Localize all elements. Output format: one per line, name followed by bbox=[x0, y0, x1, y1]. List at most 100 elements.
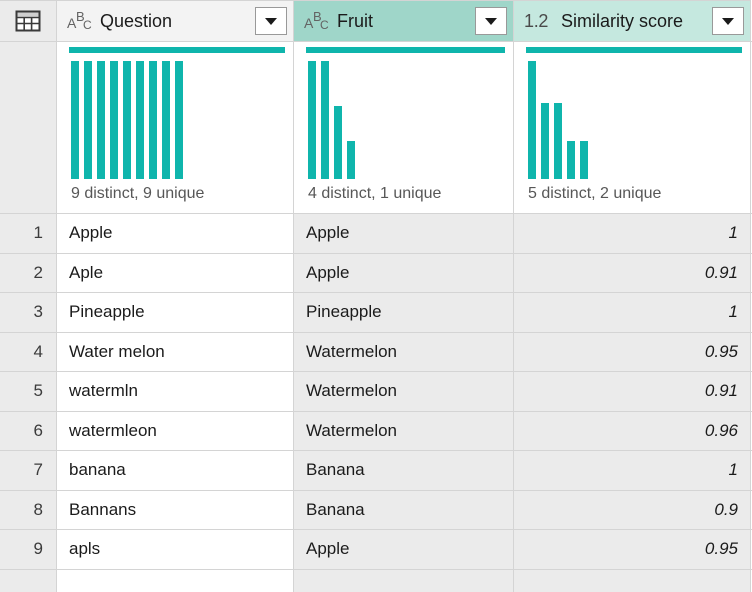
row-number-cell[interactable]: 3 bbox=[0, 293, 57, 332]
cell-fruit[interactable]: Banana bbox=[294, 451, 514, 490]
filter-button-fruit[interactable] bbox=[475, 7, 507, 35]
histogram-bar bbox=[71, 61, 79, 179]
abc-text-type-icon: ABC bbox=[304, 9, 330, 33]
chevron-down-icon bbox=[485, 18, 497, 25]
chevron-down-icon bbox=[722, 18, 734, 25]
cell-fruit[interactable]: Banana bbox=[294, 491, 514, 530]
row-number-cell[interactable]: 1 bbox=[0, 214, 57, 253]
column-header-question[interactable]: ABC Question bbox=[57, 0, 294, 41]
histogram-bar bbox=[580, 141, 588, 179]
profile-caption-question: 9 distinct, 9 unique bbox=[57, 185, 293, 213]
profile-caption-similarity-score: 5 distinct, 2 unique bbox=[514, 185, 750, 213]
column-profile-similarity-score[interactable]: 5 distinct, 2 unique bbox=[514, 42, 751, 213]
column-title-similarity-score: Similarity score bbox=[561, 11, 712, 32]
row-number-cell[interactable]: 8 bbox=[0, 491, 57, 530]
cell-question[interactable] bbox=[57, 570, 294, 592]
histogram-bar bbox=[334, 106, 342, 179]
cell-fruit[interactable]: Watermelon bbox=[294, 333, 514, 372]
cell-question[interactable]: Pineapple bbox=[57, 293, 294, 332]
row-number-cell[interactable] bbox=[0, 570, 57, 592]
table-row[interactable]: 7bananaBanana1 bbox=[0, 451, 752, 491]
column-profile-row: 9 distinct, 9 unique 4 distinct, 1 uniqu… bbox=[0, 42, 752, 214]
cell-similarity-score[interactable] bbox=[514, 570, 751, 592]
column-header-row: ABC Question ABC Fruit 1.2 Similarity sc… bbox=[0, 0, 752, 42]
cell-fruit[interactable]: Pineapple bbox=[294, 293, 514, 332]
cell-similarity-score[interactable]: 0.91 bbox=[514, 254, 751, 293]
cell-fruit[interactable]: Apple bbox=[294, 530, 514, 569]
table-row[interactable]: 6watermleonWatermelon0.96 bbox=[0, 412, 752, 452]
cell-similarity-score[interactable]: 0.96 bbox=[514, 412, 751, 451]
histogram-bar bbox=[567, 141, 575, 179]
histogram-bar bbox=[347, 141, 355, 179]
column-title-question: Question bbox=[100, 11, 255, 32]
decimal-number-type-label: 1.2 bbox=[524, 12, 548, 30]
cell-similarity-score[interactable]: 0.9 bbox=[514, 491, 751, 530]
table-row[interactable]: 5watermlnWatermelon0.91 bbox=[0, 372, 752, 412]
table-row[interactable]: 8BannansBanana0.9 bbox=[0, 491, 752, 531]
cell-similarity-score[interactable]: 0.95 bbox=[514, 333, 751, 372]
filter-button-question[interactable] bbox=[255, 7, 287, 35]
histogram-bar bbox=[175, 61, 183, 179]
histogram-bar bbox=[149, 61, 157, 179]
row-number-cell[interactable]: 6 bbox=[0, 412, 57, 451]
cell-question[interactable]: apls bbox=[57, 530, 294, 569]
table-row[interactable]: 1AppleApple1 bbox=[0, 214, 752, 254]
histogram-bar bbox=[528, 61, 536, 179]
cell-question[interactable]: Apple bbox=[57, 214, 294, 253]
column-profile-question[interactable]: 9 distinct, 9 unique bbox=[57, 42, 294, 213]
table-row[interactable]: 4Water melonWatermelon0.95 bbox=[0, 333, 752, 373]
row-number-cell[interactable]: 9 bbox=[0, 530, 57, 569]
cell-fruit[interactable]: Apple bbox=[294, 254, 514, 293]
cell-question[interactable]: Bannans bbox=[57, 491, 294, 530]
filter-button-similarity-score[interactable] bbox=[712, 7, 744, 35]
cell-fruit[interactable] bbox=[294, 570, 514, 592]
column-profile-fruit[interactable]: 4 distinct, 1 unique bbox=[294, 42, 514, 213]
histogram-bar bbox=[308, 61, 316, 179]
histogram-bar bbox=[110, 61, 118, 179]
value-distribution-histogram-similarity-score[interactable] bbox=[514, 53, 750, 185]
cell-fruit[interactable]: Watermelon bbox=[294, 372, 514, 411]
cell-fruit[interactable]: Watermelon bbox=[294, 412, 514, 451]
select-all-corner-button[interactable] bbox=[0, 0, 57, 41]
row-number-cell[interactable]: 5 bbox=[0, 372, 57, 411]
value-distribution-histogram-question[interactable] bbox=[57, 53, 293, 185]
cell-fruit[interactable]: Apple bbox=[294, 214, 514, 253]
histogram-bar bbox=[123, 61, 131, 179]
data-preview-grid: ABC Question ABC Fruit 1.2 Similarity sc… bbox=[0, 0, 752, 580]
cell-question[interactable]: watermln bbox=[57, 372, 294, 411]
cell-similarity-score[interactable]: 1 bbox=[514, 214, 751, 253]
histogram-bar bbox=[136, 61, 144, 179]
cell-similarity-score[interactable]: 0.95 bbox=[514, 530, 751, 569]
value-distribution-histogram-fruit[interactable] bbox=[294, 53, 513, 185]
histogram-bar bbox=[84, 61, 92, 179]
histogram-bar bbox=[162, 61, 170, 179]
table-row[interactable]: 3PineapplePineapple1 bbox=[0, 293, 752, 333]
column-header-similarity-score[interactable]: 1.2 Similarity score bbox=[514, 0, 751, 41]
cell-question[interactable]: Aple bbox=[57, 254, 294, 293]
histogram-bar bbox=[554, 103, 562, 179]
data-rows: 1AppleApple12ApleApple0.913PineapplePine… bbox=[0, 214, 752, 570]
cell-similarity-score[interactable]: 1 bbox=[514, 451, 751, 490]
column-title-fruit: Fruit bbox=[337, 11, 475, 32]
cell-similarity-score[interactable]: 0.91 bbox=[514, 372, 751, 411]
cell-similarity-score[interactable]: 1 bbox=[514, 293, 751, 332]
table-icon bbox=[15, 9, 41, 33]
chevron-down-icon bbox=[265, 18, 277, 25]
histogram-bar bbox=[97, 61, 105, 179]
cell-question[interactable]: watermleon bbox=[57, 412, 294, 451]
profile-caption-fruit: 4 distinct, 1 unique bbox=[294, 185, 513, 213]
cell-question[interactable]: Water melon bbox=[57, 333, 294, 372]
histogram-bar bbox=[541, 103, 549, 179]
row-number-cell[interactable]: 4 bbox=[0, 333, 57, 372]
histogram-bar bbox=[321, 61, 329, 179]
cell-question[interactable]: banana bbox=[57, 451, 294, 490]
decimal-number-type-icon: 1.2 bbox=[524, 9, 554, 33]
column-header-fruit[interactable]: ABC Fruit bbox=[294, 0, 514, 41]
profile-row-corner bbox=[0, 42, 57, 213]
row-number-cell[interactable]: 2 bbox=[0, 254, 57, 293]
table-row[interactable]: 9aplsApple0.95 bbox=[0, 530, 752, 570]
row-number-cell[interactable]: 7 bbox=[0, 451, 57, 490]
table-row[interactable]: 2ApleApple0.91 bbox=[0, 254, 752, 294]
abc-text-type-icon: ABC bbox=[67, 9, 93, 33]
partial-next-row bbox=[0, 570, 752, 592]
